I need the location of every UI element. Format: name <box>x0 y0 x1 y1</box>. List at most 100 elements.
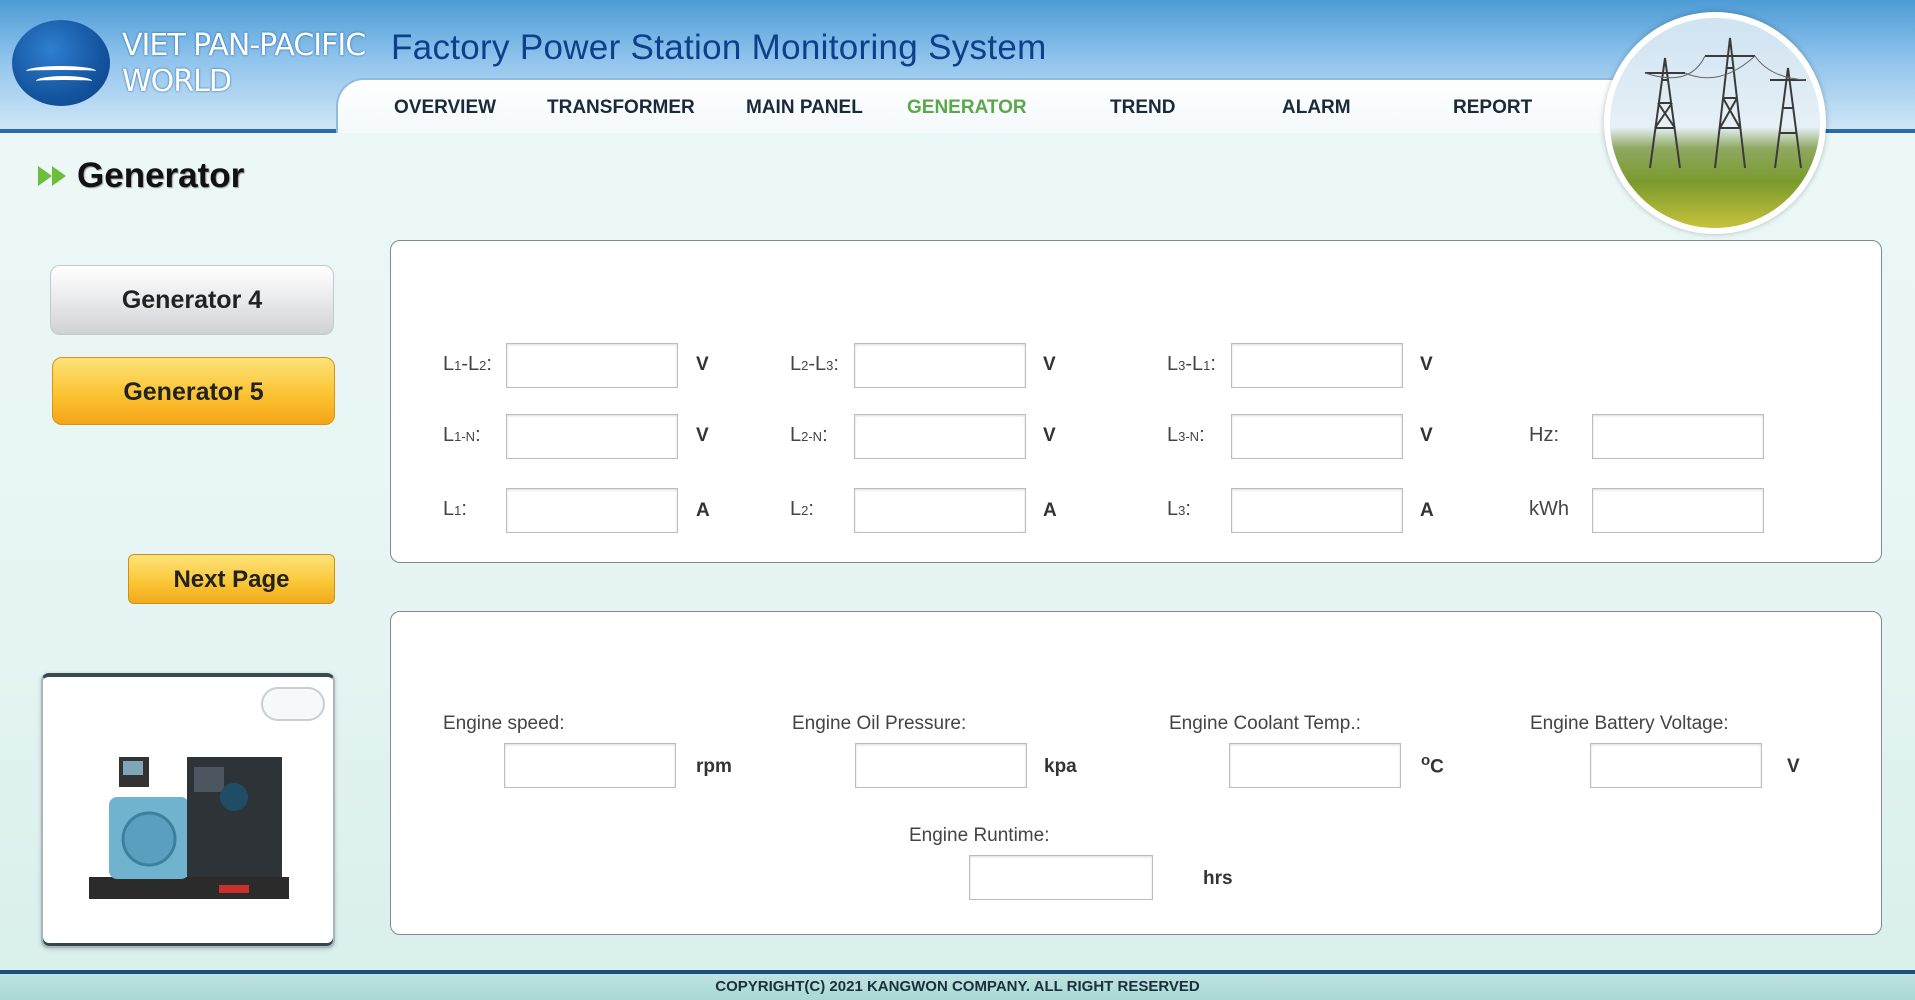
l2-l3-label: L2-L3: <box>790 353 839 376</box>
main-nav: OVERVIEW TRANSFORMER MAIN PANEL GENERATO… <box>336 78 1666 133</box>
l3-n-unit: V <box>1420 425 1433 446</box>
company-name-line1: VIET PAN-PACIFIC <box>122 28 366 63</box>
generator-5-button[interactable]: Generator 5 <box>52 357 335 425</box>
nav-trend[interactable]: TREND <box>1110 97 1175 119</box>
label-text: L <box>790 353 802 375</box>
label-text: L <box>790 498 802 520</box>
oil-pressure-field[interactable] <box>855 743 1027 788</box>
label-text: -L <box>1185 353 1204 375</box>
l1-n-voltage-field[interactable] <box>506 414 678 459</box>
generator-4-button[interactable]: Generator 4 <box>50 265 334 335</box>
degree-symbol: o <box>1421 752 1431 769</box>
nav-main-panel[interactable]: MAIN PANEL <box>746 97 863 119</box>
label-text: -L <box>808 353 827 375</box>
l1-n-unit: V <box>696 425 709 446</box>
kwh-field[interactable] <box>1592 488 1764 533</box>
label-text: : <box>1199 424 1205 446</box>
label-text: : <box>1210 353 1216 375</box>
l2-l3-unit: V <box>1043 354 1056 375</box>
engine-runtime-field[interactable] <box>969 855 1153 900</box>
company-name-line2: WORLD <box>122 64 232 99</box>
image-toggle[interactable] <box>261 687 325 721</box>
label-text: : <box>461 498 467 520</box>
l1-l2-label: L1-L2: <box>443 353 492 376</box>
engine-panel: Engine speed: rpm Engine Oil Pressure: k… <box>390 611 1882 935</box>
l1-n-label: L1-N: <box>443 424 481 447</box>
label-text: : <box>808 498 814 520</box>
label-subscript: 1-N <box>454 429 476 444</box>
l3-current-field[interactable] <box>1231 488 1403 533</box>
double-arrow-icon <box>38 166 66 186</box>
kwh-label: kWh <box>1529 498 1569 520</box>
l3-l1-voltage-field[interactable] <box>1231 343 1403 388</box>
oil-pressure-label: Engine Oil Pressure: <box>792 713 967 734</box>
frequency-field[interactable] <box>1592 414 1764 459</box>
logo-wave <box>36 76 92 86</box>
l1-l2-voltage-field[interactable] <box>506 343 678 388</box>
engine-speed-field[interactable] <box>504 743 676 788</box>
l1-current-unit: A <box>696 500 710 521</box>
generator-image-frame <box>41 673 335 948</box>
nav-report[interactable]: REPORT <box>1453 97 1532 119</box>
footer-copyright: COPYRIGHT(C) 2021 KANGWON COMPANY. ALL R… <box>0 970 1915 1000</box>
l2-current-label: L2: <box>790 498 814 521</box>
label-text: L <box>443 424 455 446</box>
l1-current-field[interactable] <box>506 488 678 533</box>
engine-runtime-label: Engine Runtime: <box>909 825 1050 846</box>
l2-n-unit: V <box>1043 425 1056 446</box>
label-text: L <box>443 353 455 375</box>
l3-l1-unit: V <box>1420 354 1433 375</box>
coolant-temp-unit: oC <box>1421 752 1444 778</box>
engine-speed-unit: rpm <box>696 756 732 777</box>
label-text: : <box>475 424 481 446</box>
engine-runtime-unit: hrs <box>1203 868 1233 889</box>
battery-voltage-unit: V <box>1787 756 1800 777</box>
label-text: : <box>1185 498 1191 520</box>
l3-current-unit: A <box>1420 500 1434 521</box>
label-text: L <box>443 498 455 520</box>
coolant-temp-label: Engine Coolant Temp.: <box>1169 713 1361 734</box>
page-title: Generator <box>77 156 245 195</box>
l3-n-label: L3-N: <box>1167 424 1205 447</box>
label-text: L <box>1167 353 1179 375</box>
engine-speed-label: Engine speed: <box>443 713 565 734</box>
company-logo <box>12 20 110 106</box>
label-text: : <box>833 353 839 375</box>
battery-voltage-field[interactable] <box>1590 743 1762 788</box>
label-text: -L <box>461 353 480 375</box>
l3-current-label: L3: <box>1167 498 1191 521</box>
label-subscript: 2-N <box>801 429 823 444</box>
nav-alarm[interactable]: ALARM <box>1282 97 1351 119</box>
l3-l1-label: L3-L1: <box>1167 353 1216 376</box>
label-text: L <box>790 424 802 446</box>
power-tower-icon <box>1644 37 1807 169</box>
l2-n-voltage-field[interactable] <box>854 414 1026 459</box>
logo-wave <box>26 66 96 76</box>
company-name: VIET PAN-PACIFIC WORLD <box>122 28 366 100</box>
l3-n-voltage-field[interactable] <box>1231 414 1403 459</box>
label-text: : <box>486 353 492 375</box>
label-text: L <box>1167 424 1179 446</box>
unit-text: C <box>1430 756 1444 778</box>
nav-overview[interactable]: OVERVIEW <box>394 97 496 119</box>
l1-l2-unit: V <box>696 354 709 375</box>
nav-transformer[interactable]: TRANSFORMER <box>547 97 695 119</box>
label-subscript: 3-N <box>1178 429 1200 444</box>
electrical-panel: L1-L2: V L2-L3: V L3-L1: V L1-N: V L2-N:… <box>390 240 1882 563</box>
label-text: L <box>1167 498 1179 520</box>
nav-generator[interactable]: GENERATOR <box>907 97 1027 119</box>
coolant-temp-field[interactable] <box>1229 743 1401 788</box>
l2-current-unit: A <box>1043 500 1057 521</box>
oil-pressure-unit: kpa <box>1044 756 1077 777</box>
hz-label: Hz: <box>1529 424 1559 446</box>
power-lines-photo <box>1604 12 1826 234</box>
l2-l3-voltage-field[interactable] <box>854 343 1026 388</box>
label-text: : <box>822 424 828 446</box>
battery-voltage-label: Engine Battery Voltage: <box>1530 713 1729 734</box>
l1-current-label: L1: <box>443 498 467 521</box>
generator-icon <box>89 757 289 899</box>
app-title: Factory Power Station Monitoring System <box>391 28 1047 67</box>
l2-n-label: L2-N: <box>790 424 828 447</box>
next-page-button[interactable]: Next Page <box>128 554 335 604</box>
l2-current-field[interactable] <box>854 488 1026 533</box>
